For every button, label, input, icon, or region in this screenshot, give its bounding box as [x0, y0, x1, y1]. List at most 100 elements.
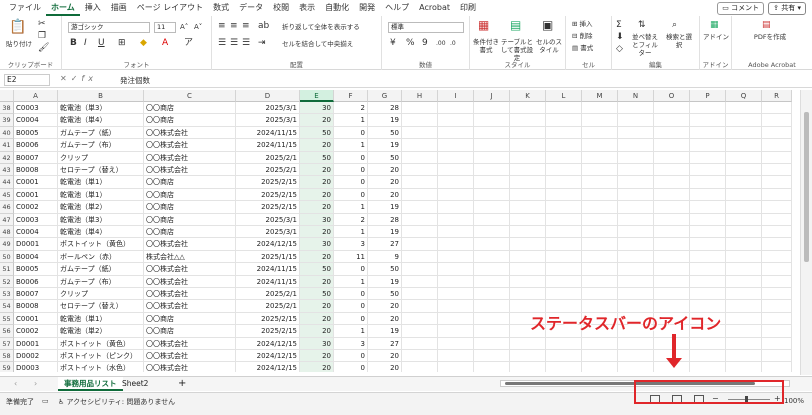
table-cell[interactable]: [474, 275, 510, 288]
table-cell[interactable]: セロテープ（替え）: [58, 300, 144, 313]
percent-icon[interactable]: %: [406, 38, 415, 49]
table-cell[interactable]: [654, 126, 690, 140]
table-cell[interactable]: 1: [334, 114, 368, 127]
table-cell[interactable]: [762, 126, 792, 140]
table-cell[interactable]: 19: [368, 325, 402, 338]
table-cell[interactable]: [690, 114, 726, 127]
table-cell[interactable]: [618, 188, 654, 202]
vertical-scroll-thumb[interactable]: [804, 112, 809, 262]
table-cell[interactable]: [438, 362, 474, 372]
table-cell[interactable]: [690, 151, 726, 164]
table-cell[interactable]: 0: [334, 288, 368, 301]
wrap-text-button[interactable]: 折り返して全体を表示する: [282, 23, 360, 31]
orientation-icon[interactable]: ab: [258, 21, 269, 32]
table-cell[interactable]: [582, 350, 618, 363]
table-cell[interactable]: [510, 139, 546, 152]
table-cell[interactable]: D0001: [14, 238, 58, 251]
conditional-format-icon[interactable]: ▦: [478, 19, 489, 31]
table-cell[interactable]: [726, 337, 762, 350]
table-cell[interactable]: [474, 300, 510, 313]
table-cell[interactable]: 0: [334, 300, 368, 313]
table-cell[interactable]: [582, 176, 618, 189]
menu-tab[interactable]: 印刷: [455, 0, 481, 16]
delete-cells-button[interactable]: ⊟ 削除: [572, 32, 593, 40]
table-cell[interactable]: [726, 151, 762, 164]
table-cell[interactable]: [762, 188, 792, 202]
table-cell[interactable]: [474, 139, 510, 152]
table-cell[interactable]: [438, 201, 474, 214]
table-cell[interactable]: [546, 102, 582, 115]
table-cell[interactable]: [546, 288, 582, 301]
table-cell[interactable]: [402, 325, 438, 338]
table-cell[interactable]: [762, 238, 792, 251]
table-cell[interactable]: 0: [334, 312, 368, 326]
table-cell[interactable]: [438, 263, 474, 276]
table-cell[interactable]: [690, 275, 726, 288]
increase-decimal-icon[interactable]: .00: [436, 38, 446, 49]
table-cell[interactable]: [726, 263, 762, 276]
table-cell[interactable]: 2024/11/15: [236, 126, 300, 140]
table-cell[interactable]: [726, 275, 762, 288]
column-header[interactable]: B: [58, 90, 144, 102]
table-cell[interactable]: [618, 288, 654, 301]
table-cell[interactable]: 1: [334, 226, 368, 239]
table-cell[interactable]: [582, 288, 618, 301]
table-cell[interactable]: [546, 250, 582, 264]
formula-input[interactable]: 発注個数: [120, 75, 150, 86]
row-header[interactable]: 38: [0, 102, 14, 115]
table-cell[interactable]: [618, 126, 654, 140]
row-header[interactable]: 56: [0, 325, 14, 338]
table-cell[interactable]: [762, 151, 792, 164]
column-header[interactable]: A: [14, 90, 58, 102]
table-cell[interactable]: 30: [300, 213, 334, 226]
table-cell[interactable]: [690, 288, 726, 301]
column-header[interactable]: E: [300, 90, 334, 102]
table-cell[interactable]: [654, 226, 690, 239]
table-cell[interactable]: C0004: [14, 226, 58, 239]
cancel-icon[interactable]: ✕: [60, 74, 71, 83]
bold-icon[interactable]: B: [70, 38, 77, 49]
table-cell[interactable]: [438, 213, 474, 226]
table-cell[interactable]: [510, 250, 546, 264]
table-cell[interactable]: 2024/12/15: [236, 362, 300, 372]
table-cell[interactable]: 〇〇株式会社: [144, 139, 236, 152]
table-cell[interactable]: [546, 176, 582, 189]
table-cell[interactable]: [726, 325, 762, 338]
table-cell[interactable]: D0002: [14, 350, 58, 363]
table-cell[interactable]: [546, 151, 582, 164]
insert-cells-button[interactable]: ⊞ 挿入: [572, 20, 593, 28]
underline-icon[interactable]: U: [98, 38, 105, 49]
table-cell[interactable]: [690, 188, 726, 202]
paste-icon[interactable]: 📋: [8, 20, 28, 34]
table-cell[interactable]: 27: [368, 238, 402, 251]
table-cell[interactable]: B0005: [14, 263, 58, 276]
table-cell[interactable]: [654, 151, 690, 164]
table-cell[interactable]: 50: [368, 126, 402, 140]
menu-tab[interactable]: 校閲: [268, 0, 294, 16]
table-cell[interactable]: 20: [300, 201, 334, 214]
table-cell[interactable]: [438, 337, 474, 350]
format-cells-button[interactable]: ▤ 書式: [572, 44, 593, 52]
cell-styles-icon[interactable]: ▣: [542, 19, 553, 31]
row-header[interactable]: 51: [0, 263, 14, 276]
table-cell[interactable]: 〇〇株式会社: [144, 164, 236, 177]
menu-tab[interactable]: Acrobat: [414, 0, 455, 16]
table-cell[interactable]: [474, 325, 510, 338]
table-cell[interactable]: [546, 164, 582, 177]
table-cell[interactable]: 0: [334, 151, 368, 164]
table-cell[interactable]: [618, 263, 654, 276]
table-cell[interactable]: [582, 213, 618, 226]
table-cell[interactable]: 20: [300, 114, 334, 127]
table-cell[interactable]: [474, 250, 510, 264]
table-cell[interactable]: [546, 114, 582, 127]
table-cell[interactable]: 〇〇商店: [144, 176, 236, 189]
table-cell[interactable]: [726, 362, 762, 372]
share-button[interactable]: ⇪ 共有 ▾: [768, 2, 806, 15]
table-cell[interactable]: [474, 102, 510, 115]
table-cell[interactable]: 2025/2/1: [236, 151, 300, 164]
table-cell[interactable]: [402, 114, 438, 127]
table-cell[interactable]: [690, 337, 726, 350]
table-cell[interactable]: [726, 238, 762, 251]
table-cell[interactable]: [438, 151, 474, 164]
table-cell[interactable]: [618, 275, 654, 288]
